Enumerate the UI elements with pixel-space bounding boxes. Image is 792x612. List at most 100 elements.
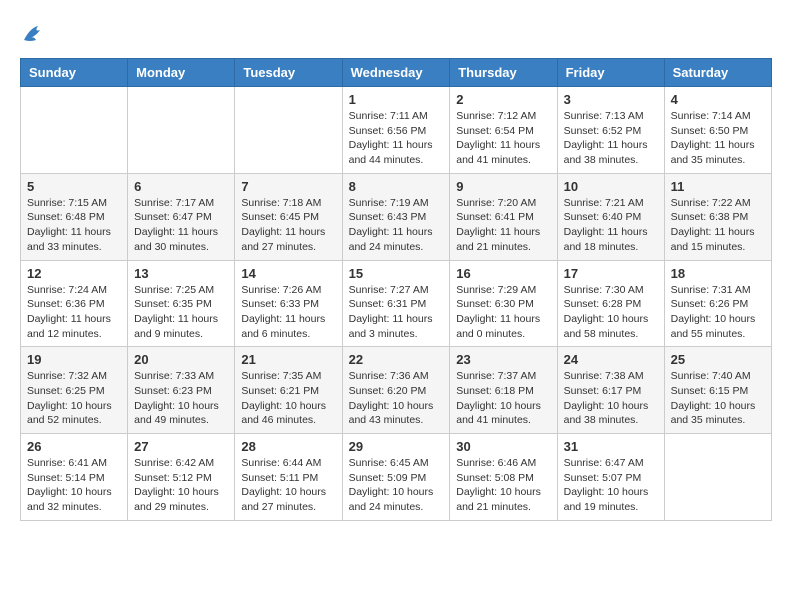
calendar-day-cell: 2Sunrise: 7:12 AM Sunset: 6:54 PM Daylig… [450,87,557,174]
day-number: 26 [27,439,121,454]
day-number: 31 [564,439,658,454]
day-info: Sunrise: 7:40 AM Sunset: 6:15 PM Dayligh… [671,369,765,428]
day-info: Sunrise: 6:41 AM Sunset: 5:14 PM Dayligh… [27,456,121,515]
calendar-day-cell: 22 Sunrise: 7:36 AM Sunset: 6:20 PM Dayli… [342,347,450,434]
day-info: Sunrise: 7:37 AM Sunset: 6:18 PM Dayligh… [456,369,550,428]
weekday-header-sunday: Sunday [21,59,128,87]
calendar-week-row: 26 Sunrise: 6:41 AM Sunset: 5:14 PM Dayli… [21,434,772,521]
day-info: Sunrise: 6:46 AM Sunset: 5:08 PM Dayligh… [456,456,550,515]
day-info: Sunrise: 7:26 AM Sunset: 6:33 PM Dayligh… [241,283,335,342]
day-number: 4 [671,92,765,107]
calendar-day-cell: 17Sunrise: 7:30 AM Sunset: 6:28 PM Dayli… [557,260,664,347]
calendar-day-cell: 11 Sunrise: 7:22 AM Sunset: 6:38 PM Dayli… [664,173,771,260]
day-info: Sunrise: 7:32 AM Sunset: 6:25 PM Dayligh… [27,369,121,428]
calendar-day-cell: 16Sunrise: 7:29 AM Sunset: 6:30 PM Dayli… [450,260,557,347]
calendar-day-cell: 31 Sunrise: 6:47 AM Sunset: 5:07 PM Dayli… [557,434,664,521]
day-number: 20 [134,352,228,367]
logo-bird-icon [20,20,48,48]
calendar-day-cell: 13Sunrise: 7:25 AM Sunset: 6:35 PM Dayli… [128,260,235,347]
day-info: Sunrise: 7:17 AM Sunset: 6:47 PM Dayligh… [134,196,228,255]
day-info: Sunrise: 7:18 AM Sunset: 6:45 PM Dayligh… [241,196,335,255]
calendar-day-cell: 1 Sunrise: 7:11 AM Sunset: 6:56 PM Daylig… [342,87,450,174]
day-number: 18 [671,266,765,281]
calendar-day-cell: 12 Sunrise: 7:24 AM Sunset: 6:36 PM Dayli… [21,260,128,347]
day-number: 10 [564,179,658,194]
calendar-week-row: 12 Sunrise: 7:24 AM Sunset: 6:36 PM Dayli… [21,260,772,347]
calendar-day-cell: 20Sunrise: 7:33 AM Sunset: 6:23 PM Dayli… [128,347,235,434]
day-info: Sunrise: 6:45 AM Sunset: 5:09 PM Dayligh… [349,456,444,515]
calendar-day-cell: 23 Sunrise: 7:37 AM Sunset: 6:18 PM Dayli… [450,347,557,434]
day-number: 6 [134,179,228,194]
day-info: Sunrise: 6:42 AM Sunset: 5:12 PM Dayligh… [134,456,228,515]
day-number: 27 [134,439,228,454]
calendar-day-cell: 5 Sunrise: 7:15 AM Sunset: 6:48 PM Daylig… [21,173,128,260]
day-info: Sunrise: 6:47 AM Sunset: 5:07 PM Dayligh… [564,456,658,515]
weekday-header-monday: Monday [128,59,235,87]
day-number: 1 [349,92,444,107]
day-number: 24 [564,352,658,367]
day-info: Sunrise: 7:13 AM Sunset: 6:52 PM Dayligh… [564,109,658,168]
calendar-day-cell: 28 Sunrise: 6:44 AM Sunset: 5:11 PM Dayli… [235,434,342,521]
calendar-day-cell: 29 Sunrise: 6:45 AM Sunset: 5:09 PM Dayli… [342,434,450,521]
day-number: 2 [456,92,550,107]
calendar-day-cell: 8 Sunrise: 7:19 AM Sunset: 6:43 PM Daylig… [342,173,450,260]
calendar-week-row: 5 Sunrise: 7:15 AM Sunset: 6:48 PM Daylig… [21,173,772,260]
calendar-day-cell: 24 Sunrise: 7:38 AM Sunset: 6:17 PM Dayli… [557,347,664,434]
weekday-header-tuesday: Tuesday [235,59,342,87]
day-info: Sunrise: 7:38 AM Sunset: 6:17 PM Dayligh… [564,369,658,428]
day-info: Sunrise: 7:11 AM Sunset: 6:56 PM Dayligh… [349,109,444,168]
calendar-day-cell: 27 Sunrise: 6:42 AM Sunset: 5:12 PM Dayli… [128,434,235,521]
calendar-day-cell: 9Sunrise: 7:20 AM Sunset: 6:41 PM Daylig… [450,173,557,260]
calendar-table: SundayMondayTuesdayWednesdayThursdayFrid… [20,58,772,521]
calendar-day-cell: 25 Sunrise: 7:40 AM Sunset: 6:15 PM Dayli… [664,347,771,434]
calendar-day-cell: 15 Sunrise: 7:27 AM Sunset: 6:31 PM Dayli… [342,260,450,347]
calendar-day-cell: 7Sunrise: 7:18 AM Sunset: 6:45 PM Daylig… [235,173,342,260]
logo [20,20,52,48]
day-number: 13 [134,266,228,281]
day-number: 8 [349,179,444,194]
calendar-day-cell: 3 Sunrise: 7:13 AM Sunset: 6:52 PM Daylig… [557,87,664,174]
calendar-week-row: 1 Sunrise: 7:11 AM Sunset: 6:56 PM Daylig… [21,87,772,174]
day-info: Sunrise: 7:27 AM Sunset: 6:31 PM Dayligh… [349,283,444,342]
day-number: 30 [456,439,550,454]
empty-cell [664,434,771,521]
calendar-day-cell: 26 Sunrise: 6:41 AM Sunset: 5:14 PM Dayli… [21,434,128,521]
day-number: 21 [241,352,335,367]
day-number: 14 [241,266,335,281]
calendar-day-cell: 6 Sunrise: 7:17 AM Sunset: 6:47 PM Daylig… [128,173,235,260]
day-info: Sunrise: 6:44 AM Sunset: 5:11 PM Dayligh… [241,456,335,515]
day-number: 5 [27,179,121,194]
day-info: Sunrise: 7:31 AM Sunset: 6:26 PM Dayligh… [671,283,765,342]
day-info: Sunrise: 7:21 AM Sunset: 6:40 PM Dayligh… [564,196,658,255]
calendar-day-cell: 14 Sunrise: 7:26 AM Sunset: 6:33 PM Dayli… [235,260,342,347]
calendar-day-cell: 19 Sunrise: 7:32 AM Sunset: 6:25 PM Dayli… [21,347,128,434]
day-info: Sunrise: 7:29 AM Sunset: 6:30 PM Dayligh… [456,283,550,342]
day-info: Sunrise: 7:19 AM Sunset: 6:43 PM Dayligh… [349,196,444,255]
day-info: Sunrise: 7:35 AM Sunset: 6:21 PM Dayligh… [241,369,335,428]
day-number: 11 [671,179,765,194]
day-number: 15 [349,266,444,281]
calendar-day-cell: 4 Sunrise: 7:14 AM Sunset: 6:50 PM Daylig… [664,87,771,174]
day-info: Sunrise: 7:22 AM Sunset: 6:38 PM Dayligh… [671,196,765,255]
day-info: Sunrise: 7:36 AM Sunset: 6:20 PM Dayligh… [349,369,444,428]
day-number: 12 [27,266,121,281]
day-info: Sunrise: 7:14 AM Sunset: 6:50 PM Dayligh… [671,109,765,168]
day-number: 19 [27,352,121,367]
weekday-header-wednesday: Wednesday [342,59,450,87]
calendar-day-cell: 30 Sunrise: 6:46 AM Sunset: 5:08 PM Dayli… [450,434,557,521]
day-number: 3 [564,92,658,107]
day-info: Sunrise: 7:15 AM Sunset: 6:48 PM Dayligh… [27,196,121,255]
day-number: 28 [241,439,335,454]
day-number: 22 [349,352,444,367]
calendar-week-row: 19 Sunrise: 7:32 AM Sunset: 6:25 PM Dayli… [21,347,772,434]
day-number: 25 [671,352,765,367]
day-number: 17 [564,266,658,281]
day-info: Sunrise: 7:20 AM Sunset: 6:41 PM Dayligh… [456,196,550,255]
day-number: 23 [456,352,550,367]
day-number: 29 [349,439,444,454]
weekday-header-saturday: Saturday [664,59,771,87]
weekday-header-friday: Friday [557,59,664,87]
day-info: Sunrise: 7:24 AM Sunset: 6:36 PM Dayligh… [27,283,121,342]
weekday-header-thursday: Thursday [450,59,557,87]
calendar-day-cell: 10 Sunrise: 7:21 AM Sunset: 6:40 PM Dayli… [557,173,664,260]
